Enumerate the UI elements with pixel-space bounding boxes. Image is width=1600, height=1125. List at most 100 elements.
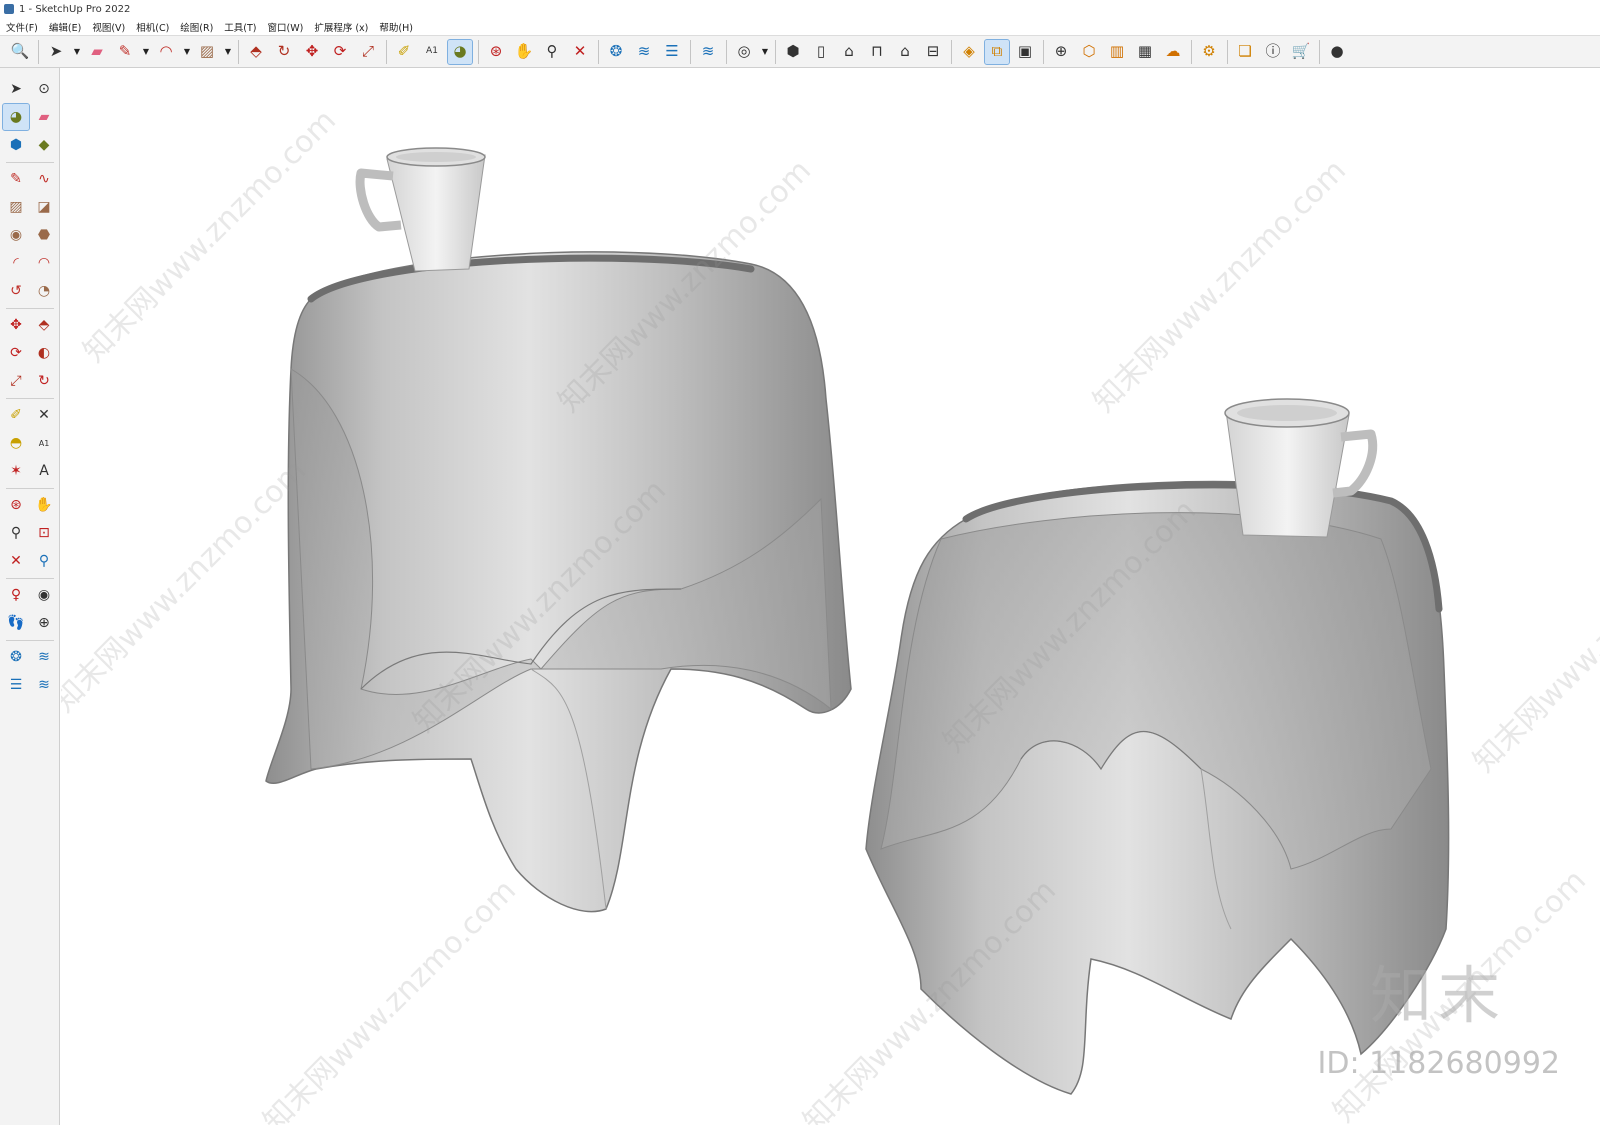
follow-me-icon[interactable]: ↻ — [272, 40, 296, 64]
left-tablecloth-model[interactable] — [265, 251, 852, 913]
3d-text-icon[interactable]: A — [31, 458, 57, 484]
pie-icon[interactable]: ◔ — [31, 278, 57, 304]
right-view-icon[interactable]: ⊓ — [865, 40, 889, 64]
zoom-window-icon[interactable]: ⊡ — [31, 520, 57, 546]
paint-bucket-icon[interactable]: ◕ — [447, 38, 473, 65]
zoom-icon[interactable]: ⚲ — [540, 40, 564, 64]
geo-icon[interactable]: ⬡ — [1077, 40, 1101, 64]
account-dropdown-icon[interactable]: ▼ — [760, 40, 770, 64]
menu-file[interactable]: 文件(F) — [6, 20, 38, 34]
offset-icon[interactable]: ↻ — [31, 368, 57, 394]
previous-view-icon[interactable]: ⚲ — [31, 548, 57, 574]
pan-icon[interactable]: ✋ — [31, 492, 57, 518]
shadows-icon[interactable]: ▥ — [1105, 40, 1129, 64]
account-icon[interactable]: ◎ — [732, 40, 756, 64]
paint-bucket-icon[interactable]: ◕ — [2, 103, 30, 131]
select-dropdown-icon[interactable]: ▼ — [72, 40, 82, 64]
orbit-icon[interactable]: ⊛ — [3, 492, 29, 518]
section-plane-icon[interactable]: ◈ — [957, 40, 981, 64]
dimension-icon[interactable]: ✕ — [31, 402, 57, 428]
warehouse-icon[interactable]: ❂ — [3, 644, 29, 670]
section-display-icon[interactable]: ▣ — [1013, 40, 1037, 64]
rotated-rectangle-icon[interactable]: ◪ — [31, 194, 57, 220]
rotate-icon[interactable]: ⟳ — [328, 40, 352, 64]
tape-measure-icon[interactable]: ✐ — [3, 402, 29, 428]
iso-view-icon[interactable]: ⬢ — [781, 40, 805, 64]
line-dropdown-icon[interactable]: ▼ — [141, 40, 151, 64]
left-cup-model[interactable] — [355, 147, 486, 272]
section-fill-icon[interactable]: ⧉ — [984, 38, 1010, 65]
layers-icon[interactable]: ☰ — [3, 672, 29, 698]
menu-draw[interactable]: 绘图(R) — [180, 20, 213, 34]
menu-view[interactable]: 视图(V) — [92, 20, 125, 34]
move-icon[interactable]: ✥ — [3, 312, 29, 338]
polygon-icon[interactable]: ⬣ — [31, 222, 57, 248]
pencil-icon[interactable]: ✎ — [3, 166, 29, 192]
cloud-icon[interactable]: ☁ — [1161, 40, 1185, 64]
eraser-icon[interactable]: ▰ — [85, 40, 109, 64]
circle-icon[interactable]: ◉ — [3, 222, 29, 248]
component-icon[interactable]: ⬢ — [3, 132, 29, 158]
pan-icon[interactable]: ✋ — [512, 40, 536, 64]
menu-help[interactable]: 帮助(H) — [379, 20, 413, 34]
shape-dropdown-icon[interactable]: ▼ — [223, 40, 233, 64]
left-view-icon[interactable]: ⊟ — [921, 40, 945, 64]
menu-edit[interactable]: 编辑(E) — [49, 20, 81, 34]
info-icon[interactable]: ⓘ — [1261, 40, 1285, 64]
share-icon[interactable]: ≋ — [31, 672, 57, 698]
xray-icon[interactable]: ▦ — [1133, 40, 1157, 64]
select-icon[interactable]: ➤ — [3, 76, 29, 102]
user-icon[interactable]: ● — [1325, 40, 1349, 64]
extension-warehouse-icon[interactable]: ≋ — [31, 644, 57, 670]
push-pull-icon[interactable]: ⬘ — [244, 40, 268, 64]
two-point-arc-icon[interactable]: ◠ — [31, 250, 57, 276]
freehand-icon[interactable]: ∿ — [31, 166, 57, 192]
menu-tools[interactable]: 工具(T) — [224, 20, 256, 34]
move-icon[interactable]: ✥ — [300, 40, 324, 64]
top-view-icon[interactable]: ⌂ — [837, 40, 861, 64]
walk-icon[interactable]: 👣 — [3, 610, 29, 636]
orbit-icon[interactable]: ⊛ — [484, 40, 508, 64]
arc-icon[interactable]: ◜ — [3, 250, 29, 276]
front-view-icon[interactable]: ▯ — [809, 40, 833, 64]
layers-icon[interactable]: ☰ — [660, 40, 684, 64]
text-label-icon[interactable]: A1 — [420, 40, 444, 64]
zoom-extents-icon[interactable]: ✕ — [568, 40, 592, 64]
3d-warehouse-icon[interactable]: ❂ — [604, 40, 628, 64]
three-point-arc-icon[interactable]: ↺ — [3, 278, 29, 304]
extensions-icon[interactable]: ⚙ — [1197, 40, 1221, 64]
components-icon[interactable]: ≋ — [696, 40, 720, 64]
rectangle-icon[interactable]: ▨ — [3, 194, 29, 220]
tag-icon[interactable]: ◆ — [31, 132, 57, 158]
rotate-icon[interactable]: ⟳ — [3, 340, 29, 366]
scale-icon[interactable]: ⤢ — [3, 368, 29, 394]
pencil-line-icon[interactable]: ✎ — [113, 40, 137, 64]
arc-dropdown-icon[interactable]: ▼ — [182, 40, 192, 64]
model-info-icon[interactable]: ≋ — [632, 40, 656, 64]
push-pull-icon[interactable]: ⬘ — [31, 312, 57, 338]
scale-icon[interactable]: ⤢ — [356, 40, 380, 64]
chat-icon[interactable]: ❏ — [1233, 40, 1257, 64]
menu-camera[interactable]: 相机(C) — [136, 20, 169, 34]
protractor-icon[interactable]: ◓ — [3, 430, 29, 456]
position-camera-icon[interactable]: ♀ — [3, 582, 29, 608]
zoom-icon[interactable]: ⚲ — [3, 520, 29, 546]
3d-viewport[interactable]: 知末网www.znzmo.com 知末网www.znzmo.com 知末网www… — [61, 69, 1600, 1125]
zoom-extents-icon[interactable]: ✕ — [3, 548, 29, 574]
look-around-icon[interactable]: ◉ — [31, 582, 57, 608]
orbit-icon[interactable]: ⊙ — [31, 76, 57, 102]
eraser-icon[interactable]: ▰ — [31, 104, 57, 130]
rectangle-icon[interactable]: ▨ — [195, 40, 219, 64]
text-icon[interactable]: A1 — [31, 430, 57, 456]
select-icon[interactable]: ➤ — [44, 40, 68, 64]
zoom-window-icon[interactable]: 🔍 — [8, 40, 32, 64]
follow-me-icon[interactable]: ◐ — [31, 340, 57, 366]
axes-icon[interactable]: ✶ — [3, 458, 29, 484]
add-location-icon[interactable]: ⊕ — [1049, 40, 1073, 64]
right-tablecloth-model[interactable] — [865, 480, 1450, 1095]
back-view-icon[interactable]: ⌂ — [893, 40, 917, 64]
cart-icon[interactable]: 🛒 — [1289, 40, 1313, 64]
arc-icon[interactable]: ◠ — [154, 40, 178, 64]
menu-extensions[interactable]: 扩展程序 (x) — [314, 20, 368, 34]
menu-window[interactable]: 窗口(W) — [268, 20, 304, 34]
